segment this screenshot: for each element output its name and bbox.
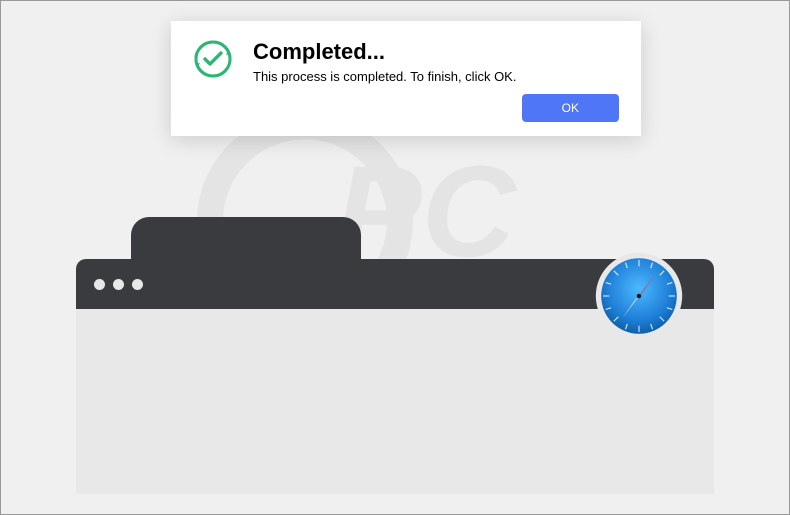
traffic-light-minimize: [113, 279, 124, 290]
dialog-message: This process is completed. To finish, cl…: [253, 69, 619, 84]
safari-icon: [594, 251, 684, 341]
traffic-light-maximize: [132, 279, 143, 290]
completed-dialog: Completed... This process is completed. …: [171, 21, 641, 136]
traffic-light-close: [94, 279, 105, 290]
checkmark-circle-icon: [193, 39, 233, 79]
ok-button[interactable]: OK: [522, 94, 619, 122]
browser-tab: [131, 217, 361, 259]
dialog-title: Completed...: [253, 39, 619, 65]
